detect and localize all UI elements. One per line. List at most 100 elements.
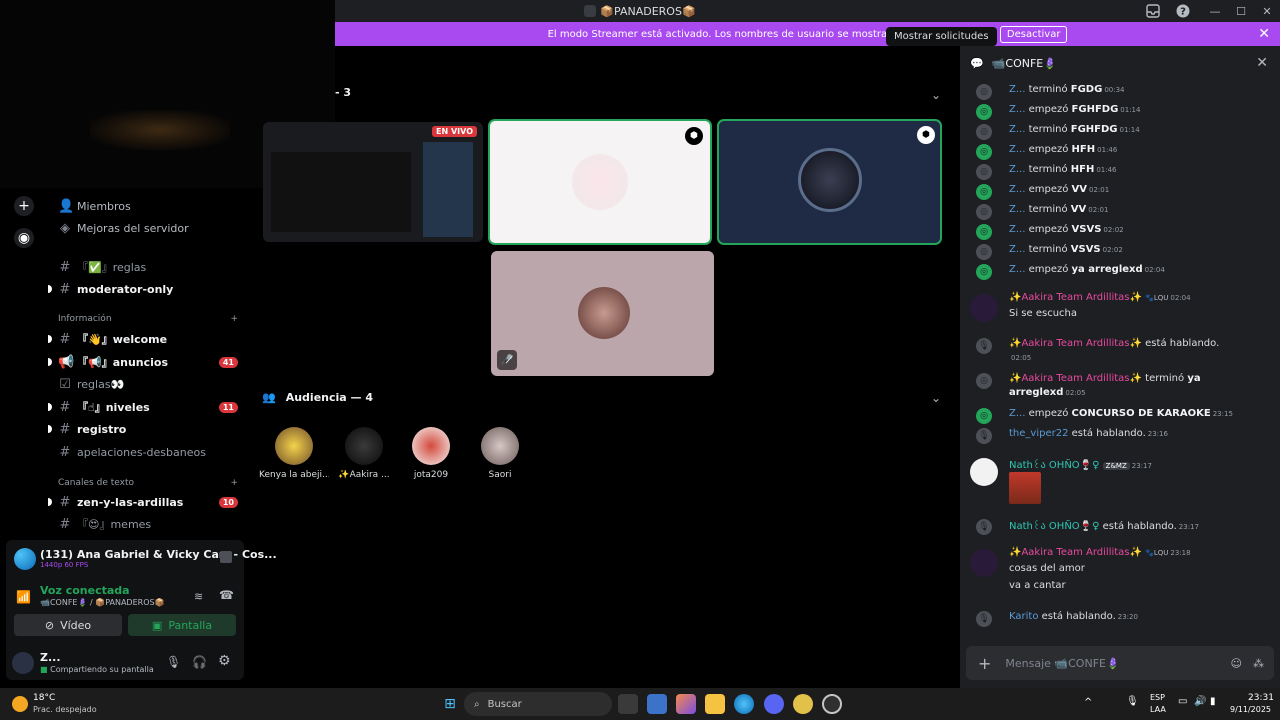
discord-icon[interactable] <box>764 694 784 714</box>
author-name[interactable]: Z... <box>1009 164 1025 175</box>
disconnect-icon[interactable]: ☎ <box>219 588 234 602</box>
author-name[interactable]: ✨Aakira Team Ardillitas✨ <box>1009 373 1142 384</box>
category-text[interactable]: Canales de texto + <box>58 478 238 488</box>
author-name[interactable]: Z... <box>1009 84 1025 95</box>
author-name[interactable]: Z... <box>1009 144 1025 155</box>
avatar[interactable] <box>12 652 34 674</box>
close-window-button[interactable]: ✕ <box>1254 0 1280 22</box>
category-info[interactable]: Información + <box>58 314 238 324</box>
author-name[interactable]: Z... <box>1009 124 1025 135</box>
event-verb: empezó <box>1028 224 1069 235</box>
channel-memes[interactable]: # 『😍』memes <box>48 514 248 534</box>
video-button[interactable]: ⊘ Vídeo <box>14 614 122 636</box>
avatar[interactable] <box>970 549 998 577</box>
channel-name: 『😍』memes <box>77 518 152 531</box>
author-name[interactable]: Z... <box>1009 184 1025 195</box>
audience-member[interactable]: Kenya la abeji... <box>259 427 329 480</box>
channel-registro[interactable]: # registro <box>48 419 248 439</box>
author-name[interactable]: Nath꒰ა OHÑO🍷♀ <box>1009 521 1099 532</box>
avatar[interactable] <box>970 458 998 486</box>
app-icon[interactable] <box>793 694 813 714</box>
collapse-audience-icon[interactable]: ⌄ <box>931 391 941 405</box>
author-name[interactable]: ✨Aakira Team Ardillitas✨ <box>1009 338 1142 349</box>
stop-stream-icon[interactable] <box>220 551 232 563</box>
emoji-icon[interactable]: ☺ <box>1231 657 1242 670</box>
copilot-icon[interactable] <box>676 694 696 714</box>
settings-icon[interactable]: ⚙ <box>218 653 231 669</box>
inbox-icon[interactable] <box>1145 3 1161 19</box>
tray-chevron-icon[interactable]: ^ <box>1084 697 1092 708</box>
collapse-speakers-icon[interactable]: ⌄ <box>931 88 941 102</box>
speaker-tile[interactable]: ⬢ <box>717 119 942 245</box>
soundboard-icon[interactable]: ≋ <box>194 590 203 603</box>
speaker-tile[interactable]: 🎤̸ <box>491 251 714 376</box>
channel-niveles[interactable]: # 『☝』niveles 11 <box>48 397 248 417</box>
voice-connected-label: Voz conectada <box>40 584 130 597</box>
tray-mic-icon[interactable]: 🎙 <box>1126 696 1139 707</box>
author-name[interactable]: Z... <box>1009 204 1025 215</box>
taskbar-search[interactable]: ⌕ Buscar <box>464 692 612 716</box>
author-name[interactable]: ✨Aakira Team Ardillitas✨ <box>1009 292 1142 303</box>
voice-channel-path[interactable]: 📹CONFE🪻 / 📦PANADEROS📦 <box>40 598 165 607</box>
mention-badge: 41 <box>218 356 238 368</box>
author-name[interactable]: Karito <box>1009 611 1038 622</box>
author-name[interactable]: Z... <box>1009 264 1025 275</box>
boosts-item[interactable]: ◈ Mejoras del servidor <box>48 218 248 238</box>
channel-reglas[interactable]: # 『✅』reglas <box>48 257 248 277</box>
edge-icon[interactable] <box>734 694 754 714</box>
channel-apelaciones[interactable]: # apelaciones-desbaneos <box>48 442 248 462</box>
lang-code[interactable]: ESP <box>1150 693 1165 702</box>
add-channel-icon[interactable]: + <box>230 314 238 324</box>
author-name[interactable]: ✨Aakira Team Ardillitas✨ <box>1009 547 1142 558</box>
stage-icon: ◎ <box>976 184 992 200</box>
deactivate-button[interactable]: Desactivar <box>999 25 1068 43</box>
message-input[interactable]: + Mensaje 📹CONFE🪻 ☺ ⁂ <box>966 646 1274 680</box>
members-item[interactable]: 👤 Miembros <box>48 196 248 216</box>
mic-icon[interactable]: 🎙 <box>166 655 181 669</box>
battery-icon[interactable]: ▮ <box>1210 696 1216 707</box>
channel-moderator-only[interactable]: # moderator-only <box>48 279 248 299</box>
volume-icon[interactable]: 🔊 <box>1194 696 1206 707</box>
file-explorer-icon[interactable] <box>705 694 725 714</box>
apps-icon[interactable]: ⁂ <box>1253 657 1264 670</box>
headphones-icon[interactable]: 🎧 <box>192 655 207 669</box>
hash-icon: # <box>59 331 71 347</box>
sticker-image[interactable] <box>1009 472 1041 504</box>
author-name[interactable]: the_viper22 <box>1009 428 1068 439</box>
audience-member[interactable]: jota209 <box>396 427 466 480</box>
channel-welcome[interactable]: # 『👋』welcome <box>48 329 248 349</box>
clock-date[interactable]: 9/11/2025 <box>1230 705 1271 714</box>
task-view-icon[interactable] <box>618 694 638 714</box>
weather-icon[interactable] <box>12 696 28 712</box>
channel-list: 👤 Miembros ◈ Mejoras del servidor # 『✅』r… <box>48 188 250 540</box>
add-server-icon[interactable]: + <box>14 196 34 216</box>
author-name[interactable]: Z... <box>1009 244 1025 255</box>
app-icon-2[interactable] <box>822 694 842 714</box>
explore-icon[interactable]: ◉ <box>14 228 34 248</box>
minimize-button[interactable]: — <box>1202 0 1228 22</box>
clock-time[interactable]: 23:31 <box>1248 693 1274 703</box>
audience-member[interactable]: Saori <box>465 427 535 480</box>
timestamp: 02:02 <box>1103 226 1124 234</box>
author-name[interactable]: Z... <box>1009 408 1025 419</box>
help-icon[interactable]: ? <box>1175 3 1191 19</box>
maximize-button[interactable]: ☐ <box>1228 0 1254 22</box>
channel-anuncios[interactable]: 📢 『📢』anuncios 41 <box>48 352 248 372</box>
screen-share-button[interactable]: ▣ Pantalla <box>128 614 236 636</box>
author-name[interactable]: Nath꒰ა OHÑO🍷♀ <box>1009 460 1099 471</box>
banner-close-icon[interactable]: ✕ <box>1258 26 1270 42</box>
add-channel-icon[interactable]: + <box>230 478 238 488</box>
audience-member[interactable]: ✨Aakira ... <box>329 427 399 480</box>
stream-tile[interactable]: EN VIVO <box>263 122 483 242</box>
add-attachment-icon[interactable]: + <box>978 654 991 673</box>
author-name[interactable]: Z... <box>1009 104 1025 115</box>
avatar[interactable] <box>970 294 998 322</box>
channel-zen[interactable]: # zen-y-las-ardillas 10 <box>48 492 248 512</box>
speaker-tile[interactable]: ⬢ <box>488 119 712 245</box>
close-chat-icon[interactable]: ✕ <box>1256 55 1268 71</box>
start-icon[interactable]: ⊞ <box>440 694 460 714</box>
network-icon[interactable]: ▭ <box>1178 696 1187 707</box>
author-name[interactable]: Z... <box>1009 224 1025 235</box>
channel-reglas-2[interactable]: ☑ reglas👀 <box>48 374 248 394</box>
store-icon[interactable] <box>647 694 667 714</box>
